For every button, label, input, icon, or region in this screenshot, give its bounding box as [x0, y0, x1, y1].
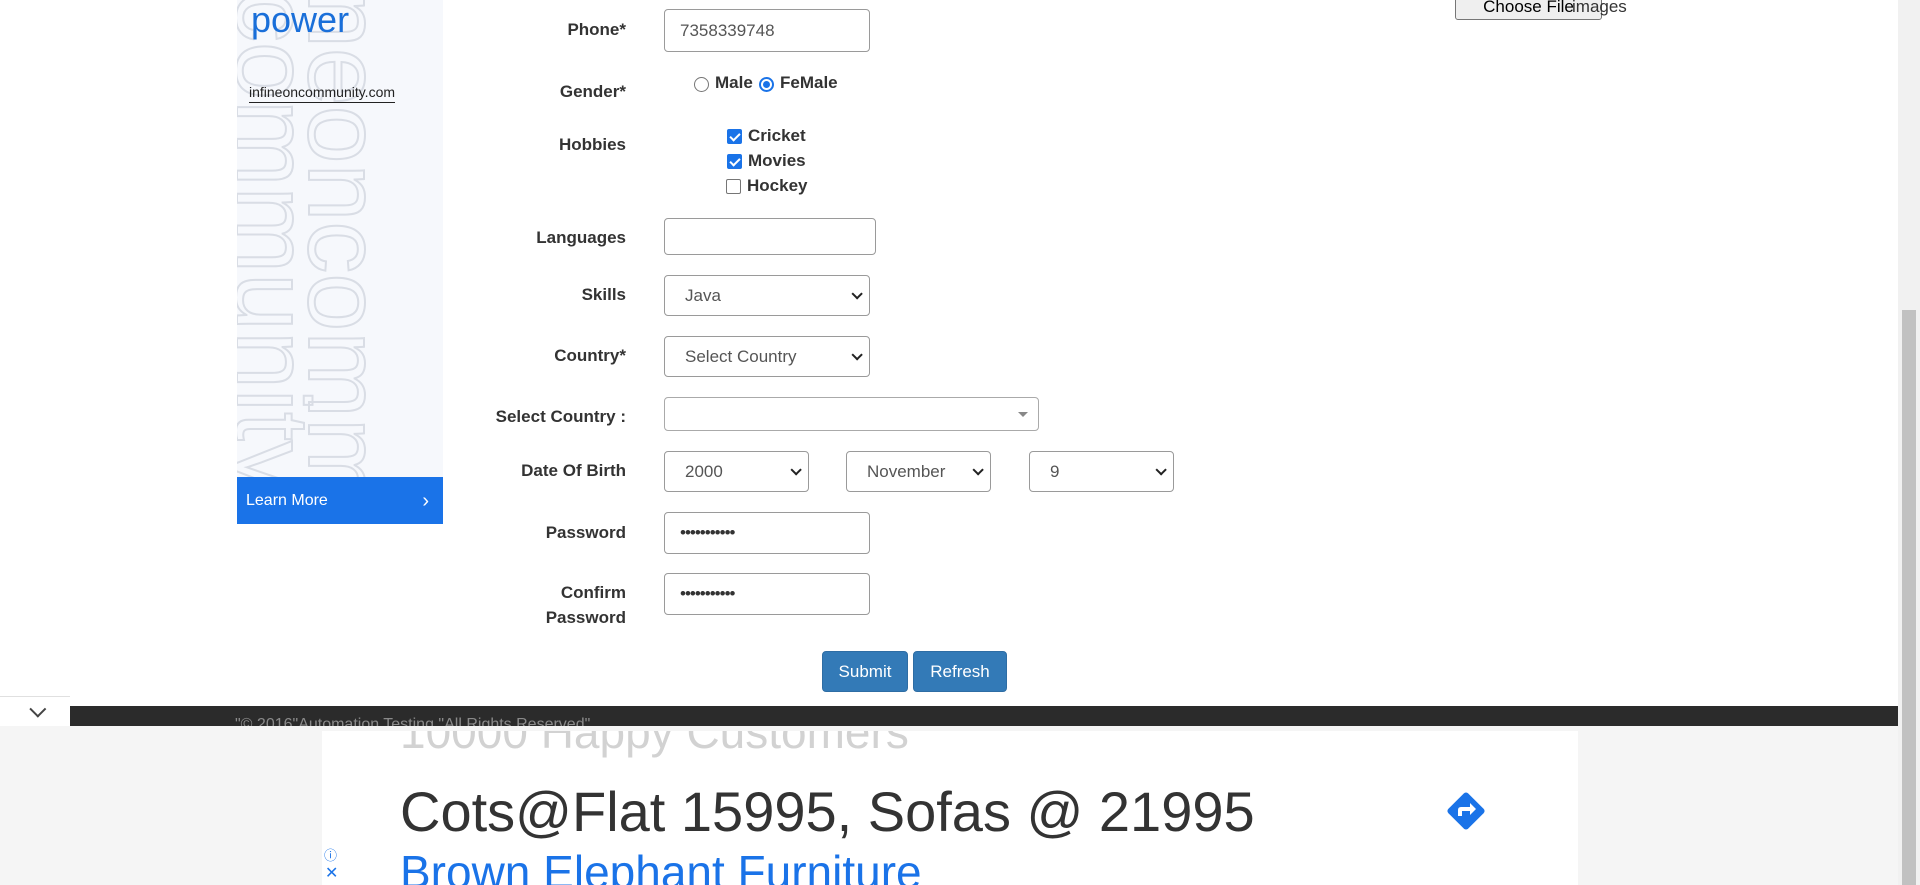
chevron-down-icon: [29, 700, 47, 718]
dob-year-value: 2000: [685, 461, 723, 481]
password-input[interactable]: •••••••••••: [664, 512, 870, 554]
dob-month-value: November: [867, 461, 946, 481]
ad-faded-line: 10000 Happy Customers: [400, 731, 909, 758]
triangle-down-icon: [1018, 411, 1028, 417]
skills-select[interactable]: Java: [664, 275, 870, 316]
ad-headline: Cots@Flat 15995, Sofas @ 21995: [400, 780, 1255, 843]
ad-brand[interactable]: Brown Elephant Furniture: [400, 845, 922, 885]
chevron-right-icon: ›: [422, 489, 429, 512]
submit-button[interactable]: Submit: [822, 651, 908, 692]
dob-year-select[interactable]: 2000: [664, 451, 809, 492]
chevron-down-icon: [972, 463, 984, 476]
bottom-banner-ad[interactable]: 10000 Happy Customers Cots@Flat 15995, S…: [0, 726, 1898, 885]
ad-creative[interactable]: 10000 Happy Customers Cots@Flat 15995, S…: [322, 731, 1578, 885]
skills-select-value: Java: [685, 285, 721, 305]
languages-multiselect[interactable]: [664, 218, 876, 255]
hobby-hockey-checkbox[interactable]: [726, 179, 741, 194]
hobby-movies-label: Movies: [748, 151, 806, 170]
select-country-combobox[interactable]: [664, 397, 1039, 431]
learn-more-button[interactable]: Learn More ›: [237, 477, 443, 524]
dob-day-value: 9: [1050, 461, 1060, 481]
scrollbar-thumb[interactable]: [1902, 310, 1916, 885]
languages-label: Languages: [536, 228, 626, 247]
vertical-scrollbar[interactable]: [1898, 0, 1920, 885]
gender-male-label: Male: [715, 73, 753, 92]
refresh-button[interactable]: Refresh: [913, 651, 1007, 692]
hobbies-label: Hobbies: [558, 135, 626, 154]
chevron-down-icon: [851, 348, 863, 361]
dob-day-select[interactable]: 9: [1029, 451, 1174, 492]
ad-watermark-text: neoncomm: [285, 0, 403, 505]
confirm-password-label-line1: Confirm: [560, 583, 626, 602]
skills-label: Skills: [581, 285, 626, 304]
phone-label: Phone*: [567, 20, 626, 39]
left-sidebar-ad[interactable]: community neoncomm power infineoncommuni…: [237, 0, 443, 524]
gender-female-label: FeMale: [780, 73, 838, 92]
chevron-down-icon: [1155, 463, 1167, 476]
collapse-ad-button[interactable]: [0, 696, 70, 726]
directions-arrow-icon[interactable]: [1442, 787, 1490, 835]
hobby-cricket-checkbox[interactable]: [727, 129, 742, 144]
learn-more-label: Learn More: [246, 491, 328, 509]
gender-female-radio[interactable]: [759, 77, 774, 92]
select-country-label: Select Country :: [495, 407, 626, 426]
dob-month-select[interactable]: November: [846, 451, 991, 492]
confirm-password-input[interactable]: •••••••••••: [664, 573, 870, 615]
footer-copyright: "© 2016"Automation Testing "All Rights R…: [235, 716, 591, 726]
chosen-file-name: images: [1572, 0, 1627, 16]
country-select[interactable]: Select Country: [664, 336, 870, 377]
chevron-down-icon: [851, 287, 863, 300]
ad-close-icon[interactable]: ✕: [325, 863, 338, 883]
ad-domain-link[interactable]: infineoncommunity.com: [249, 84, 396, 103]
hobby-cricket-label: Cricket: [748, 126, 806, 145]
country-label: Country*: [554, 346, 626, 365]
chevron-down-icon: [790, 463, 802, 476]
hobby-movies-checkbox[interactable]: [727, 154, 742, 169]
phone-input[interactable]: 7358339748: [664, 9, 870, 52]
country-select-value: Select Country: [685, 346, 797, 366]
ad-headline-word: power: [251, 0, 350, 40]
ad-info-icon[interactable]: ⓘ: [324, 845, 337, 864]
password-label: Password: [545, 523, 626, 542]
dob-label: Date Of Birth: [521, 461, 626, 480]
gender-male-radio[interactable]: [694, 77, 709, 92]
confirm-password-label-line2: Password: [545, 608, 626, 627]
gender-label: Gender*: [559, 82, 626, 101]
hobby-hockey-label: Hockey: [747, 176, 808, 195]
